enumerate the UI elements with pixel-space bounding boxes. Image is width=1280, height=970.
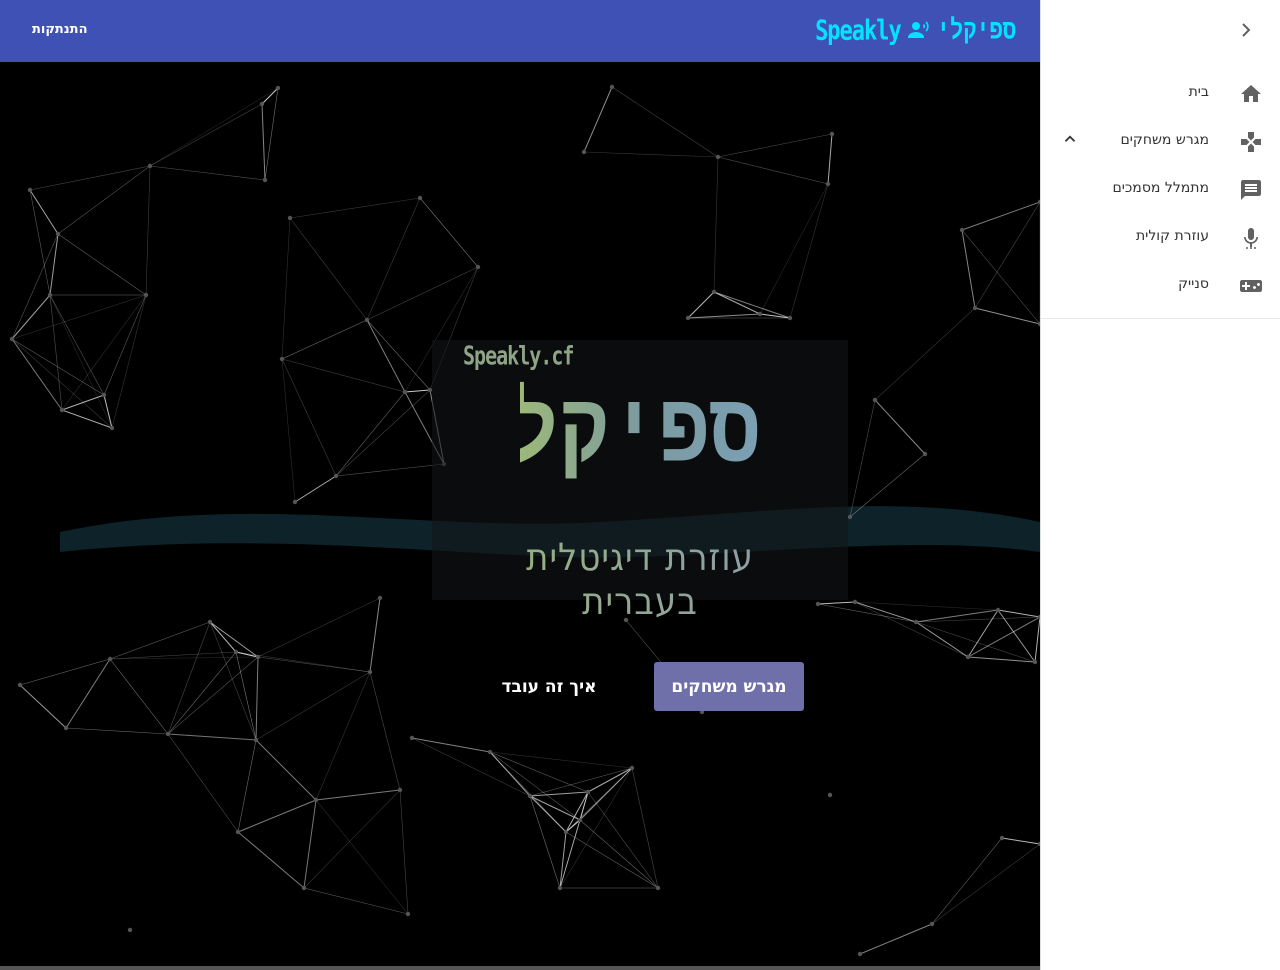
bottom-divider: [0, 966, 1040, 970]
side-drawer: בית מגרש משחקים מתמלל מסמכים עוזרת קולית…: [1040, 0, 1280, 970]
microphone-icon: [1239, 226, 1263, 250]
how-it-works-button[interactable]: איך זה עובד: [478, 662, 620, 711]
sidebar-item-label: מגרש משחקים: [1120, 132, 1209, 148]
logout-link[interactable]: התנתקות: [32, 22, 88, 37]
videogame-icon: [1239, 274, 1263, 298]
hero-section: Speakly.cf ספיקלי עוזרת דיגיטלית בעברית …: [0, 62, 1040, 970]
logo-text-he: ספיקלי: [936, 14, 1016, 46]
sidebar-item-label: בית: [1188, 84, 1209, 100]
sidebar-item-home[interactable]: בית: [1041, 70, 1280, 118]
top-app-bar: התנתקות Speakly ספיקלי: [0, 0, 1040, 62]
home-icon: [1239, 82, 1263, 106]
sidebar-item-snake[interactable]: סנייק: [1041, 262, 1280, 310]
gamepad-icon: [1239, 130, 1263, 154]
chevron-up-icon[interactable]: [1061, 130, 1079, 148]
hero-title: ספיקלי: [458, 364, 760, 491]
sidebar-item-playground[interactable]: מגרש משחקים: [1041, 118, 1280, 166]
logo-text-en: Speakly: [815, 15, 902, 47]
drawer-divider: [1041, 318, 1280, 319]
brand-logo[interactable]: Speakly ספיקלי: [815, 14, 1016, 48]
message-icon: [1239, 178, 1263, 202]
record-voice-icon: [907, 17, 931, 45]
chevron-right-icon[interactable]: [1234, 18, 1258, 42]
hero-subtitle: עוזרת דיגיטלית בעברית: [470, 536, 810, 624]
playground-button[interactable]: מגרש משחקים: [654, 662, 804, 711]
sidebar-item-label: מתמלל מסמכים: [1112, 180, 1209, 196]
sidebar-item-transcriber[interactable]: מתמלל מסמכים: [1041, 166, 1280, 214]
sidebar-item-label: עוזרת קולית: [1135, 228, 1209, 244]
sidebar-item-voice-assistant[interactable]: עוזרת קולית: [1041, 214, 1280, 262]
sidebar-item-label: סנייק: [1178, 276, 1209, 292]
